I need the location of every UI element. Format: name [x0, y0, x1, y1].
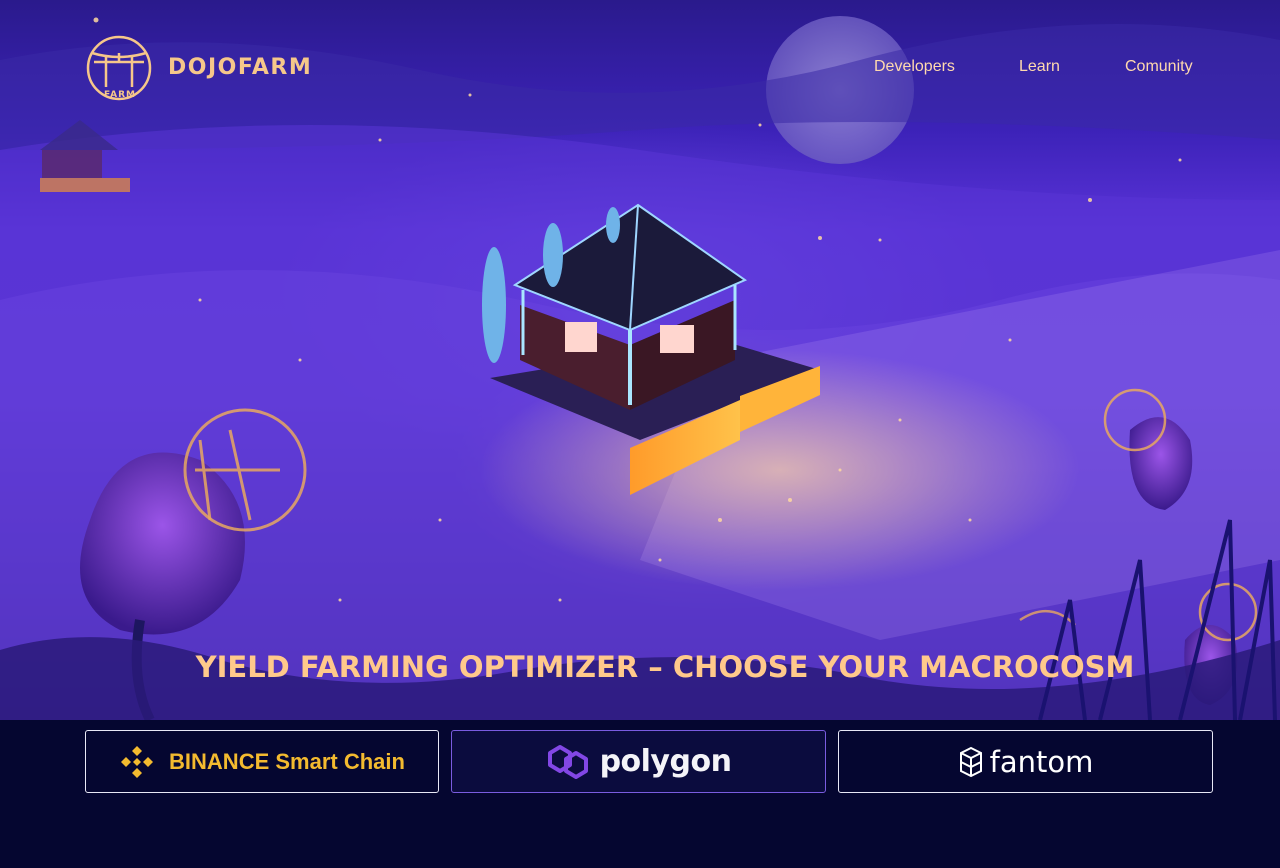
chain-label-polygon: polygon: [599, 744, 732, 779]
logo-mark-text: FARM: [104, 90, 136, 100]
chain-button-fantom[interactable]: fantom: [838, 730, 1213, 793]
fantom-icon: [958, 746, 984, 778]
page: FARM DOJOFARM Developers Learn Comunity …: [0, 0, 1280, 868]
polygon-icon: [546, 743, 590, 781]
chain-button-polygon[interactable]: polygon: [451, 730, 826, 793]
chain-label-binance: BINANCE Smart Chain: [169, 748, 405, 774]
nav-link-community[interactable]: Comunity: [1125, 58, 1193, 76]
chain-button-binance[interactable]: BINANCE Smart Chain: [85, 730, 439, 793]
brand-name: DOJOFARM: [168, 55, 313, 80]
chain-selector: BINANCE Smart Chain polygon fantom: [0, 720, 1280, 868]
hero-tagline: YIELD FARMING OPTIMIZER – CHOOSE YOUR MA…: [195, 650, 1135, 684]
logo-link[interactable]: FARM DOJOFARM: [84, 35, 313, 101]
binance-icon: [119, 744, 155, 780]
chain-label-fantom: fantom: [989, 744, 1094, 779]
main-nav: Developers Learn Comunity: [874, 58, 1194, 82]
nav-link-learn[interactable]: Learn: [1019, 58, 1060, 76]
nav-link-developers[interactable]: Developers: [874, 58, 955, 76]
site-header: FARM DOJOFARM Developers Learn Comunity: [0, 0, 1280, 130]
hero-section: FARM DOJOFARM Developers Learn Comunity …: [0, 0, 1280, 720]
